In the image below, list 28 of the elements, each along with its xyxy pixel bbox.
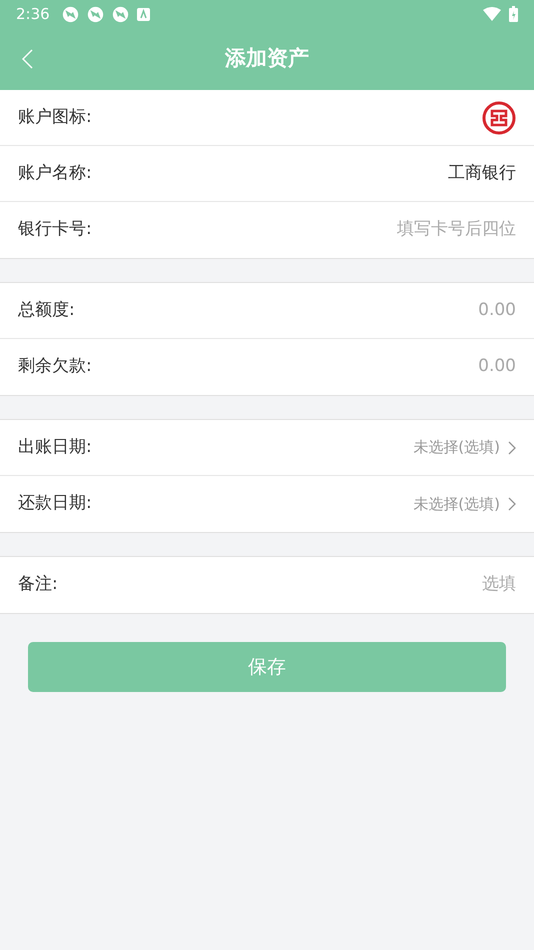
notification-icon bbox=[136, 8, 150, 20]
chevron-right-icon bbox=[508, 440, 516, 454]
status-time: 2:36 bbox=[16, 4, 50, 25]
input-field[interactable]: 填写卡号后四位 bbox=[296, 217, 516, 243]
page-title: 添加资产 bbox=[225, 45, 309, 72]
account-name-value: 工商银行 bbox=[448, 162, 516, 185]
wifi-icon bbox=[483, 7, 501, 21]
date-picker-field[interactable]: 未选择(选填) bbox=[413, 492, 500, 516]
input-field[interactable]: 0.00 bbox=[296, 354, 516, 380]
field-label: 剩余欠款: bbox=[18, 355, 92, 378]
save-button[interactable]: 保存 bbox=[28, 642, 506, 692]
battery-icon bbox=[509, 6, 518, 22]
field-label: 还款日期: bbox=[18, 492, 92, 516]
bank-logo-icon[interactable] bbox=[482, 100, 516, 134]
field-label: 总额度: bbox=[18, 298, 75, 322]
field-label: 出账日期: bbox=[18, 436, 92, 459]
app-notification-icon bbox=[112, 6, 129, 22]
chevron-right-icon bbox=[508, 497, 516, 511]
field-label: 账户名称: bbox=[18, 162, 92, 185]
back-icon bbox=[22, 49, 32, 69]
app-notification-icon bbox=[62, 6, 79, 22]
field-label: 备注: bbox=[18, 573, 58, 596]
field-label: 银行卡号: bbox=[18, 218, 92, 242]
input-field[interactable]: 0.00 bbox=[296, 298, 516, 324]
field-label: 账户图标: bbox=[18, 106, 92, 129]
date-picker-field[interactable]: 未选择(选填) bbox=[413, 436, 500, 459]
input-field[interactable]: 选填 bbox=[296, 572, 516, 598]
app-notification-icon bbox=[86, 6, 104, 22]
